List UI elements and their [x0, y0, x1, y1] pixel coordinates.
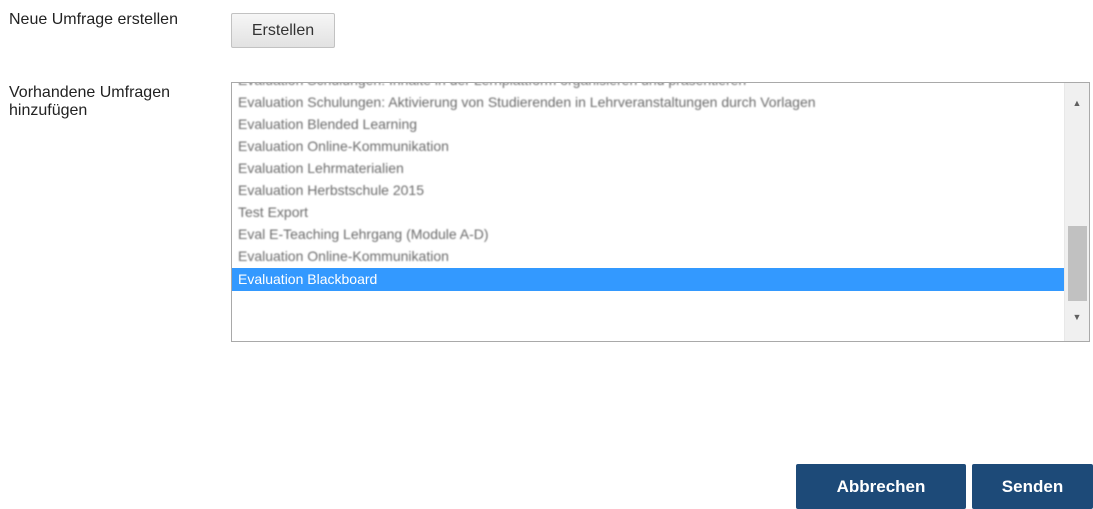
list-item[interactable]: Evaluation Lehrmaterialien	[232, 158, 1065, 180]
create-survey-button[interactable]: Erstellen	[231, 13, 335, 48]
scroll-down-arrow-icon[interactable]: ▼	[1065, 307, 1089, 327]
new-survey-label: Neue Umfrage erstellen	[9, 11, 178, 28]
listbox-scrollbar[interactable]: ▲ ▼	[1064, 83, 1089, 341]
list-item[interactable]: Evaluation Schulungen: Aktivierung von S…	[232, 92, 1065, 114]
existing-surveys-listbox[interactable]: Evaluation Schulungen: Inhalte in der Le…	[231, 82, 1090, 342]
scrollbar-thumb[interactable]	[1068, 226, 1087, 301]
list-item[interactable]: Eval E-Teaching Lehrgang (Module A-D)	[232, 224, 1065, 246]
list-item[interactable]: Evaluation Online-Kommunikation	[232, 246, 1065, 268]
list-item-selected[interactable]: Evaluation Blackboard	[232, 268, 1065, 291]
list-item[interactable]: Evaluation Herbstschule 2015	[232, 180, 1065, 202]
survey-list: Evaluation Schulungen: Inhalte in der Le…	[232, 83, 1065, 341]
cancel-button[interactable]: Abbrechen	[796, 464, 966, 509]
scroll-up-arrow-icon[interactable]: ▲	[1065, 93, 1089, 113]
list-item[interactable]: Evaluation Schulungen: Inhalte in der Le…	[232, 83, 1065, 92]
list-item[interactable]: Evaluation Blended Learning	[232, 114, 1065, 136]
list-item[interactable]: Evaluation Online-Kommunikation	[232, 136, 1065, 158]
send-button[interactable]: Senden	[972, 464, 1093, 509]
list-item[interactable]: Test Export	[232, 202, 1065, 224]
existing-surveys-label: Vorhandene Umfragen hinzufügen	[9, 84, 170, 119]
